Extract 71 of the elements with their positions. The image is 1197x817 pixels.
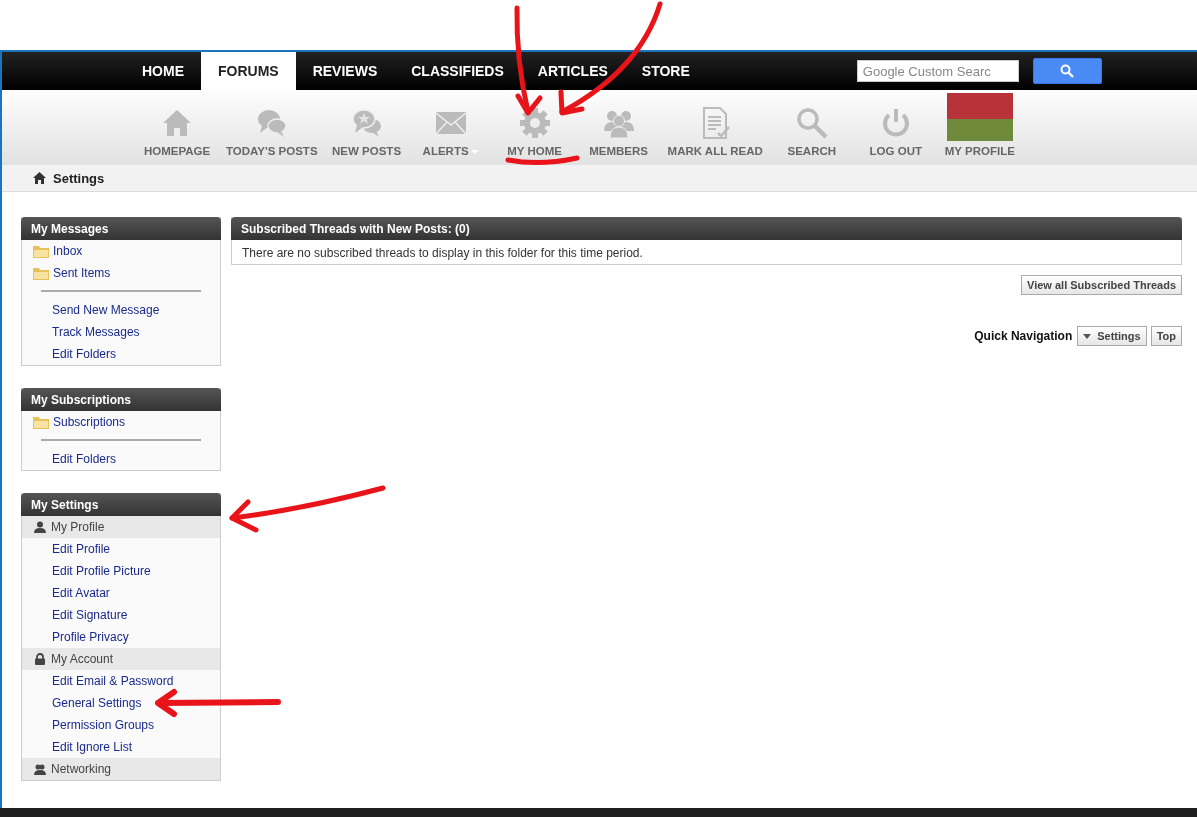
quick-navigation-dropdown[interactable]: Settings: [1077, 326, 1147, 346]
group-label: My Profile: [51, 520, 105, 534]
group-label: Networking: [51, 762, 112, 776]
gear-icon: [518, 107, 551, 139]
photo-placeholder: [946, 93, 1013, 141]
search-icon: [795, 107, 828, 139]
toolbar-button[interactable]: ALERTS: [410, 90, 491, 165]
sidebar-link[interactable]: Permission Groups: [22, 714, 220, 736]
panel-header: My Subscriptions: [21, 388, 221, 411]
sidebar-link[interactable]: Edit Profile: [22, 538, 220, 560]
nav-tab[interactable]: HOME: [125, 52, 201, 90]
group-label: My Account: [51, 652, 114, 666]
breadcrumb-text: Settings: [53, 170, 105, 186]
empty-message: There are no subscribed threads to display in this folder for this time period.: [241, 245, 644, 262]
toolbar-label: TODAY'S POSTS: [226, 145, 318, 157]
nav-tab[interactable]: CLASSIFIEDS: [394, 52, 521, 90]
sidebar-link[interactable]: Send New Message: [22, 299, 220, 321]
toolbar-button[interactable]: MARK ALL READ: [662, 90, 768, 165]
toolbar-label: LOG OUT: [869, 145, 922, 157]
person-icon: [34, 521, 46, 533]
toolbar-button[interactable]: SEARCH: [771, 90, 852, 165]
search-field[interactable]: Google Custom Searc: [856, 60, 1019, 82]
folder-link[interactable]: Subscriptions: [22, 411, 220, 433]
toolbar-label: ALERTS: [422, 145, 479, 157]
toolbar-button[interactable]: LOG OUT: [855, 90, 936, 165]
top-button[interactable]: Top: [1150, 326, 1182, 346]
sidebar-link[interactable]: Edit Signature: [22, 604, 220, 626]
folder-link[interactable]: Sent Items: [22, 262, 220, 284]
sidebar-link[interactable]: Edit Avatar: [22, 582, 220, 604]
toolbar-label: HOMEPAGE: [143, 145, 211, 157]
toolbar-label: MY PROFILE: [944, 145, 1015, 157]
sidebar-link[interactable]: Profile Privacy: [22, 626, 220, 648]
quick-navigation-label: Quick Navigation: [974, 329, 1073, 343]
sidebar-link[interactable]: Edit Email & Password: [22, 670, 220, 692]
folder-icon: [33, 415, 49, 429]
toolbar-button[interactable]: TODAY'S POSTS: [221, 90, 323, 165]
sidebar-link[interactable]: Track Messages: [22, 321, 220, 343]
panel-header: My Settings: [21, 493, 221, 516]
house-icon: [161, 107, 193, 139]
nav-tab[interactable]: STORE: [624, 52, 707, 90]
folder-link[interactable]: Inbox: [22, 240, 220, 262]
panel-header: Subscribed Threads with New Posts: (0): [231, 217, 1182, 240]
toolbar-button[interactable]: MEMBERS: [578, 90, 659, 165]
home-icon[interactable]: [33, 172, 46, 184]
toolbar-label: MY HOME: [507, 145, 562, 157]
sidebar-link[interactable]: Edit Ignore List: [22, 736, 220, 758]
view-all-button[interactable]: View all Subscribed Threads: [1021, 275, 1182, 295]
search-icon: [1060, 64, 1075, 78]
toolbar-label: MARK ALL READ: [667, 145, 763, 157]
folder-icon: [33, 266, 49, 280]
nav-tab[interactable]: ARTICLES: [520, 52, 625, 90]
people-icon: [34, 763, 46, 775]
sidebar-link[interactable]: Edit Profile Picture: [22, 560, 220, 582]
nav-tab[interactable]: FORUMS: [201, 52, 296, 90]
panel-header: My Messages: [21, 217, 221, 240]
search-button[interactable]: [1032, 58, 1102, 84]
chat-bubbles-icon: [255, 107, 288, 139]
toolbar-button[interactable]: MY PROFILE: [939, 90, 1020, 165]
sidebar-link[interactable]: General Settings: [22, 692, 220, 714]
lock-icon: [34, 653, 46, 665]
toolbar-label: SEARCH: [787, 145, 837, 157]
folder-icon: [33, 244, 49, 258]
toolbar-label: MEMBERS: [589, 145, 648, 157]
toolbar-button[interactable]: MY HOME: [494, 90, 575, 165]
nav-tab[interactable]: REVIEWS: [295, 52, 395, 90]
sidebar-link[interactable]: Edit Folders: [22, 343, 220, 365]
chat-star-icon: [350, 107, 383, 139]
toolbar-label: NEW POSTS: [332, 145, 402, 157]
sidebar-link[interactable]: Edit Folders: [22, 448, 220, 470]
toolbar-button[interactable]: HOMEPAGE: [137, 90, 217, 165]
toolbar-button[interactable]: NEW POSTS: [326, 90, 407, 165]
